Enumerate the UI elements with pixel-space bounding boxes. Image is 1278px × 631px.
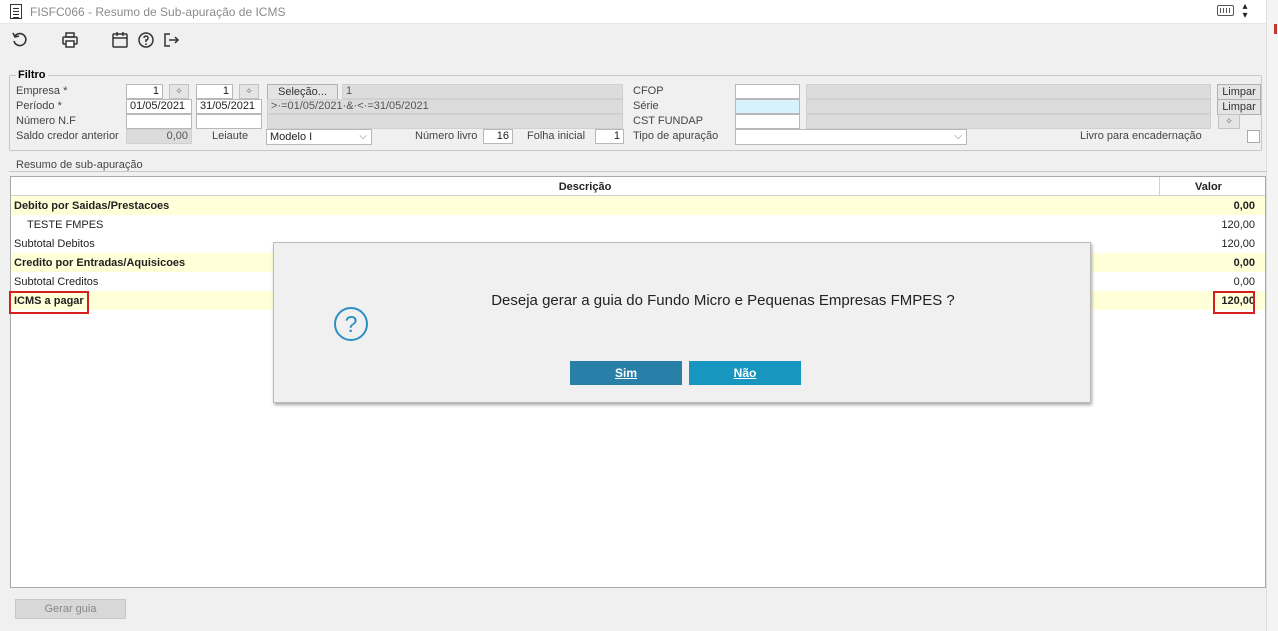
empresa-to-field[interactable]: 1 <box>196 84 233 99</box>
yes-button[interactable]: Sim <box>570 361 682 385</box>
saldo-credor-field: 0,00 <box>126 129 192 144</box>
selecao-button[interactable]: Seleção... <box>267 84 338 100</box>
numero-livro-label: Número livro <box>415 130 478 142</box>
chevron-down-icon: ⌵ <box>359 131 367 142</box>
question-icon: ? <box>334 307 368 341</box>
cst-fundap-label: CST FUNDAP <box>633 115 704 127</box>
row-description: Subtotal Debitos <box>14 238 95 250</box>
grid-header: Descrição Valor <box>11 177 1265 196</box>
empresa-label: Empresa * <box>16 85 68 97</box>
numero-nf-label: Número N.F <box>16 115 76 127</box>
tipo-apuracao-select[interactable]: ⌵ <box>735 129 967 145</box>
table-row[interactable]: Debito por Saidas/Prestacoes 0,00 <box>11 196 1265 215</box>
folha-inicial-label: Folha inicial <box>527 130 586 142</box>
serie-field[interactable] <box>735 99 800 114</box>
column-header-valor[interactable]: Valor <box>1159 177 1257 195</box>
empresa-from-lookup-icon[interactable]: ✧ <box>169 84 189 99</box>
keyboard-icon[interactable] <box>1217 5 1234 16</box>
window-title: FISFC066 - Resumo de Sub-apuração de ICM… <box>30 5 286 19</box>
numero-nf-to-field[interactable] <box>196 114 262 129</box>
column-header-descricao[interactable]: Descrição <box>11 181 1159 193</box>
leiaute-label: Leiaute <box>212 130 249 142</box>
dialog-message: Deseja gerar a guia do Fundo Micro e Peq… <box>491 292 955 309</box>
limpar-cfop-button[interactable]: Limpar <box>1217 84 1261 100</box>
refresh-icon[interactable] <box>9 29 31 51</box>
row-value: 0,00 <box>1233 257 1255 269</box>
table-row[interactable]: TESTE FMPES 120,00 <box>11 215 1265 234</box>
row-description: Subtotal Creditos <box>14 276 99 288</box>
row-description: Credito por Entradas/Aquisicoes <box>14 257 186 269</box>
numero-livro-field[interactable]: 16 <box>483 129 513 144</box>
row-description: TESTE FMPES <box>27 219 104 231</box>
section-divider <box>9 171 1267 172</box>
livro-encadernacao-checkbox[interactable] <box>1247 130 1260 143</box>
leiaute-value: Modelo I <box>270 131 313 143</box>
highlight-box-icms-value <box>1213 291 1255 314</box>
row-value: 0,00 <box>1233 200 1255 212</box>
cst-fundap-expression-field <box>806 114 1211 129</box>
empresa-to-lookup-icon[interactable]: ✧ <box>239 84 259 99</box>
confirm-dialog: ? Deseja gerar a guia do Fundo Micro e P… <box>273 242 1091 403</box>
highlight-box-icms-label <box>9 291 89 314</box>
serie-label: Série <box>633 100 659 112</box>
menu-arrows-icon[interactable]: ▴ ▾ <box>1240 2 1250 21</box>
row-value: 0,00 <box>1233 276 1255 288</box>
row-value: 120,00 <box>1221 219 1255 231</box>
exit-icon[interactable] <box>160 29 182 51</box>
row-description: Debito por Saidas/Prestacoes <box>14 200 170 212</box>
cfop-label: CFOP <box>633 85 664 97</box>
cst-fundap-field[interactable] <box>735 114 800 129</box>
bottom-bar <box>0 593 1266 631</box>
saldo-credor-label: Saldo credor anterior <box>16 130 119 142</box>
serie-expression-field <box>806 99 1211 114</box>
cfop-expression-field <box>806 84 1211 99</box>
help-icon[interactable] <box>135 29 157 51</box>
window-titlebar: FISFC066 - Resumo de Sub-apuração de ICM… <box>0 0 1266 24</box>
periodo-label: Período * <box>16 100 62 112</box>
filter-legend: Filtro <box>16 69 48 81</box>
leiaute-select[interactable]: Modelo I ⌵ <box>266 129 372 145</box>
cfop-field[interactable] <box>735 84 800 99</box>
edge-marker <box>1274 24 1277 34</box>
empresa-from-field[interactable]: 1 <box>126 84 163 99</box>
periodo-to-field[interactable]: 31/05/2021 <box>196 99 262 114</box>
chevron-down-icon: ⌵ <box>954 131 962 142</box>
livro-encadernacao-label: Livro para encadernação <box>1080 130 1202 142</box>
periodo-expression-field: >·=01/05/2021·&·<·=31/05/2021 <box>267 99 623 114</box>
periodo-from-field[interactable]: 01/05/2021 <box>126 99 192 114</box>
cst-fundap-lookup-icon[interactable]: ✧ <box>1218 114 1240 129</box>
print-icon[interactable] <box>59 29 81 51</box>
numero-nf-expression-field <box>267 114 623 129</box>
calendar-icon[interactable] <box>109 29 131 51</box>
no-button[interactable]: Não <box>689 361 801 385</box>
document-icon <box>10 4 22 19</box>
toolbar <box>0 25 1266 55</box>
gerar-guia-button[interactable]: Gerar guia <box>15 599 126 619</box>
tipo-apuracao-label: Tipo de apuração <box>633 130 719 142</box>
folha-inicial-field[interactable]: 1 <box>595 129 624 144</box>
window-edge-scrollbar[interactable] <box>1266 0 1278 631</box>
numero-nf-from-field[interactable] <box>126 114 192 129</box>
row-value: 120,00 <box>1221 238 1255 250</box>
section-title: Resumo de sub-apuração <box>16 159 143 171</box>
selecao-value-field: 1 <box>342 84 623 99</box>
limpar-serie-button[interactable]: Limpar <box>1217 99 1261 115</box>
